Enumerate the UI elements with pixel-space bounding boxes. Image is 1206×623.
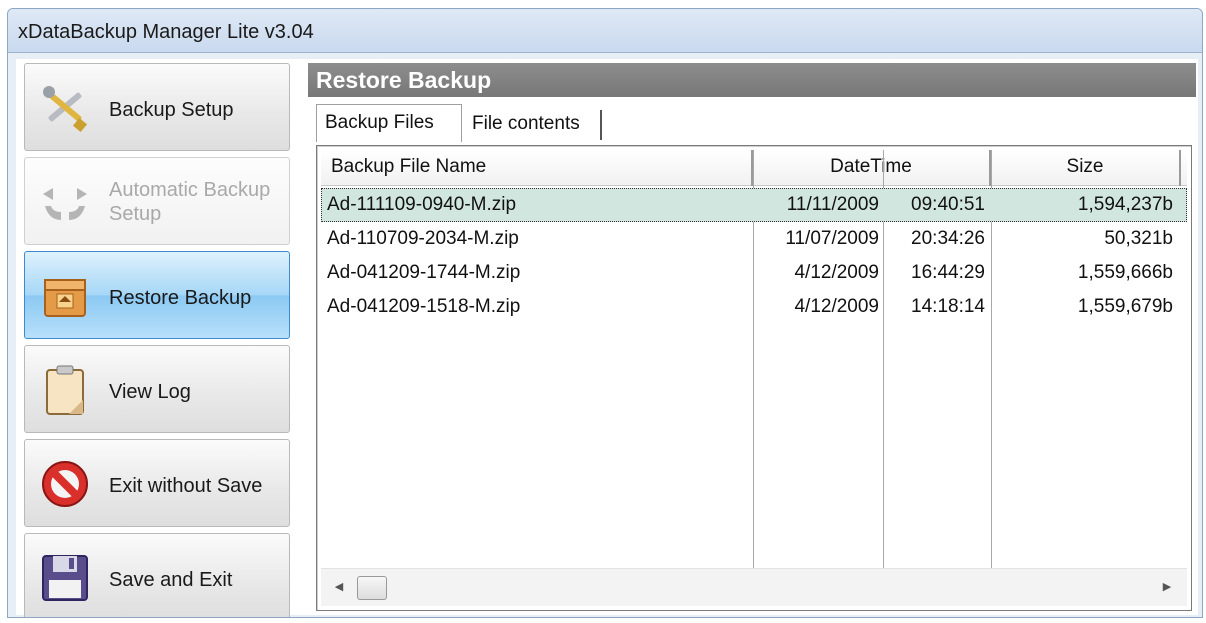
save-and-exit-button[interactable]: Save and Exit [24, 533, 290, 617]
panel-title: Restore Backup [316, 67, 492, 93]
sidebar-item-label: View Log [109, 381, 191, 403]
table-row[interactable]: Ad-041209-1518-M.zip 4/12/2009 14:18:14 … [321, 290, 1187, 324]
automatic-backup-setup-button[interactable]: Automatic Backup Setup [24, 157, 290, 245]
scroll-right-icon[interactable]: ▶ [1157, 577, 1177, 597]
column-header-size[interactable]: Size [991, 150, 1181, 186]
client-area: Backup Setup Automatic Backup Setup Rest… [16, 59, 1198, 617]
sidebar-item-label: Restore Backup [109, 287, 252, 309]
size-cell: 1,559,679b [1077, 296, 1173, 317]
backup-setup-button[interactable]: Backup Setup [24, 63, 290, 151]
date-cell: 11/11/2009 [786, 194, 879, 215]
window-title: xDataBackup Manager Lite v3.04 [18, 21, 314, 43]
sidebar-item-label: Backup Setup [109, 99, 234, 121]
table-row[interactable]: Ad-111109-0940-M.zip 11/11/2009 09:40:51… [321, 188, 1187, 222]
list-rows: Ad-111109-0940-M.zip 11/11/2009 09:40:51… [321, 188, 1187, 568]
tab-label: File contents [472, 113, 580, 134]
clipboard-icon [46, 365, 84, 415]
scroll-left-icon[interactable]: ◀ [329, 577, 349, 597]
column-header-datetime[interactable]: DateTime [753, 150, 991, 186]
table-row[interactable]: Ad-110709-2034-M.zip 11/07/2009 20:34:26… [321, 222, 1187, 256]
tab-file-contents[interactable]: File contents [464, 110, 602, 140]
file-name-cell: Ad-110709-2034-M.zip [327, 228, 519, 249]
restore-backup-button[interactable]: Restore Backup [24, 251, 290, 339]
date-cell: 4/12/2009 [794, 296, 879, 317]
restore-box-icon [44, 279, 86, 317]
file-name-cell: Ad-041209-1518-M.zip [327, 296, 521, 317]
tab-label: Backup Files [325, 112, 434, 133]
exit-without-save-button[interactable]: Exit without Save [24, 439, 290, 527]
column-header-label: Size [1066, 156, 1104, 177]
title-bar[interactable]: xDataBackup Manager Lite v3.04 [8, 9, 1202, 53]
tools-icon [43, 86, 88, 133]
tab-backup-files[interactable]: Backup Files [316, 104, 462, 142]
table-row[interactable]: Ad-041209-1744-M.zip 4/12/2009 16:44:29 … [321, 256, 1187, 290]
time-cell: 09:40:51 [911, 194, 985, 215]
backup-files-list[interactable]: Backup File Name DateTime Size Ad-111109… [316, 145, 1192, 611]
time-cell: 16:44:29 [911, 262, 985, 283]
time-cell: 14:18:14 [911, 296, 985, 317]
scroll-thumb[interactable] [357, 576, 387, 600]
size-cell: 50,321b [1104, 228, 1173, 249]
date-cell: 11/07/2009 [785, 228, 879, 249]
horizontal-scrollbar[interactable]: ◀ ▶ [321, 568, 1187, 606]
date-cell: 4/12/2009 [794, 262, 879, 283]
file-name-cell: Ad-111109-0940-M.zip [327, 194, 517, 215]
size-cell: 1,559,666b [1077, 262, 1173, 283]
file-name-cell: Ad-041209-1744-M.zip [327, 262, 521, 283]
view-log-button[interactable]: View Log [24, 345, 290, 433]
floppy-disk-icon [42, 555, 88, 601]
sidebar-item-label: Exit without Save [109, 475, 263, 497]
column-header-name[interactable]: Backup File Name [321, 150, 753, 186]
column-header-label: Backup File Name [331, 156, 487, 177]
time-cell: 20:34:26 [911, 228, 985, 249]
sidebar-item-label: Save and Exit [109, 569, 233, 591]
column-header-label: DateTime [830, 156, 912, 177]
panel-header: Restore Backup [308, 63, 1196, 97]
sidebar: Backup Setup Automatic Backup Setup Rest… [24, 63, 290, 617]
app-window: xDataBackup Manager Lite v3.04 Backup Se… [7, 8, 1203, 618]
size-cell: 1,594,237b [1077, 194, 1173, 215]
list-header: Backup File Name DateTime Size [321, 150, 1187, 186]
arrows-cycle-icon [43, 188, 87, 220]
sidebar-item-label: Automatic Backup Setup [109, 179, 271, 225]
no-entry-icon [42, 461, 88, 507]
